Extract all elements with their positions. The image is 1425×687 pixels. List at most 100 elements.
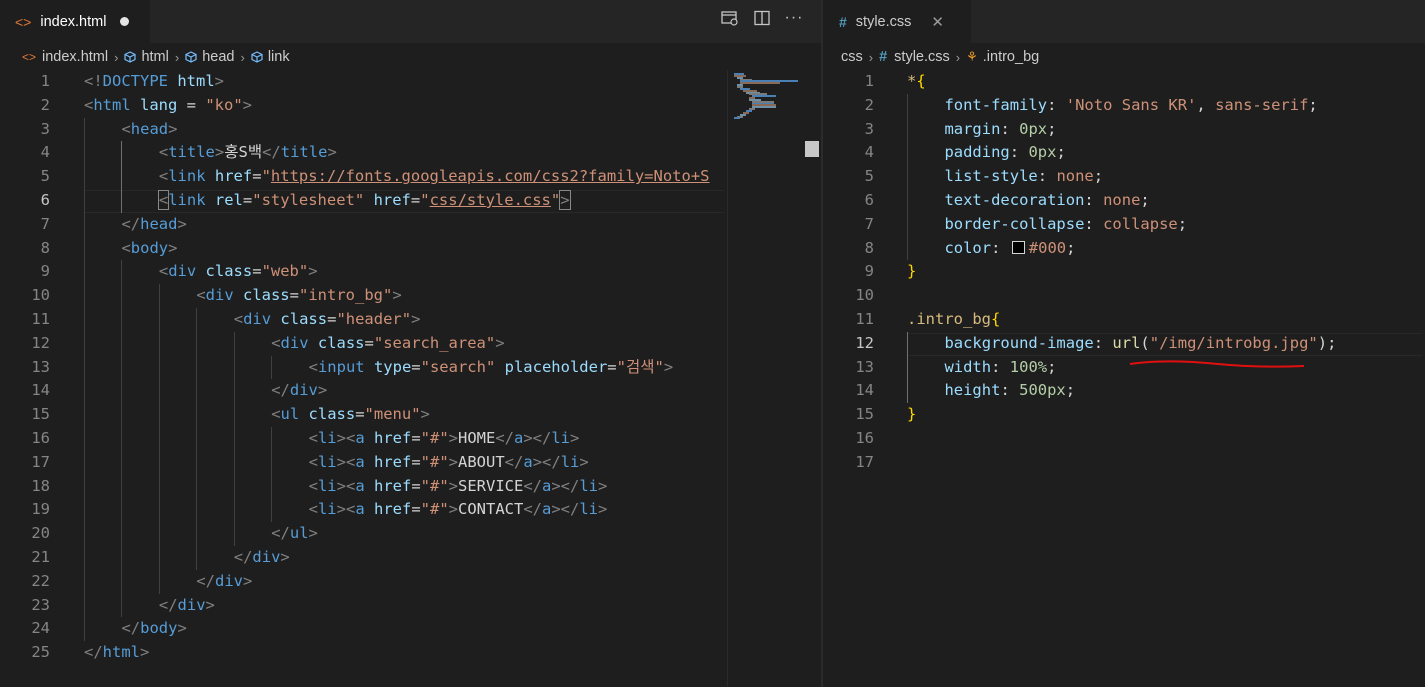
code-line[interactable]: 1 <!DOCTYPE html>: [0, 70, 821, 94]
code-line[interactable]: 16: [823, 427, 1425, 451]
breadcrumb-item[interactable]: # style.css: [879, 49, 950, 65]
html-editor-pane[interactable]: <> index.html ··· <> index.html › html › head…: [0, 0, 821, 687]
code-text: <li><a href="#">HOME</a></li>: [308, 429, 580, 447]
unsaved-dot-icon[interactable]: [120, 17, 130, 26]
code-line[interactable]: 22 </div>: [0, 570, 821, 594]
breadcrumb-item[interactable]: <> index.html: [22, 49, 108, 65]
code-line[interactable]: 12 <div class="search_area">: [0, 332, 821, 356]
breadcrumb-item[interactable]: link: [251, 49, 290, 65]
code-line[interactable]: 9 <div class="web">: [0, 260, 821, 284]
code-line[interactable]: 3 margin: 0px;: [823, 118, 1425, 142]
code-line[interactable]: 13 <input type="search" placeholder="검색">: [0, 356, 821, 380]
indent-guide: [907, 331, 908, 404]
minimap-line: [740, 82, 780, 85]
breadcrumb-item[interactable]: css: [841, 49, 863, 65]
chevron-right-icon: ›: [955, 49, 961, 65]
split-editor-icon[interactable]: [753, 9, 771, 27]
code-line[interactable]: 2 <html lang = "ko">: [0, 94, 821, 118]
line-number: 4: [40, 143, 50, 162]
code-line[interactable]: 8 color: #000;: [823, 237, 1425, 261]
code-line[interactable]: 14 </div>: [0, 379, 821, 403]
code-line[interactable]: 21 </div>: [0, 546, 821, 570]
code-editor[interactable]: 1 <!DOCTYPE html> 2 <html lang = "ko"> 3 <hea…: [0, 70, 821, 687]
code-line[interactable]: 6 <link rel="stylesheet" href="css/style.…: [0, 189, 821, 213]
code-line[interactable]: 12 background-image: url("/img/introbg.jp…: [823, 332, 1425, 356]
code-text: <link href="https://fonts.googleapis.com…: [158, 167, 710, 186]
code-line[interactable]: 9}: [823, 260, 1425, 284]
indent-guide: [907, 93, 908, 261]
code-line[interactable]: 15}: [823, 403, 1425, 427]
code-line[interactable]: 5 <link href="https://fonts.googleapis.co…: [0, 165, 821, 189]
tab-index-html[interactable]: <> index.html: [0, 0, 150, 43]
breadcrumb-item[interactable]: html: [124, 49, 169, 65]
code-line[interactable]: 23 </div>: [0, 594, 821, 618]
code-line[interactable]: 20 </ul>: [0, 522, 821, 546]
code-text: </head>: [121, 214, 187, 233]
code-line[interactable]: 6 text-decoration: none;: [823, 189, 1425, 213]
code-line[interactable]: 19 <li><a href="#">CONTACT</a></li>: [0, 498, 821, 522]
code-line[interactable]: 25 </html>: [0, 641, 821, 665]
line-number: 13: [855, 357, 874, 376]
line-number: 6: [864, 191, 874, 209]
line-number: 17: [855, 452, 874, 471]
code-line[interactable]: 24 </body>: [0, 617, 821, 641]
html-file-icon: <>: [15, 13, 32, 30]
line-number: 11: [855, 310, 874, 328]
code-line[interactable]: 11 <div class="header">: [0, 308, 821, 332]
code-line[interactable]: 7 border-collapse: collapse;: [823, 213, 1425, 237]
line-number: 10: [855, 286, 874, 305]
editor-actions: ···: [721, 9, 803, 27]
code-line[interactable]: 10: [823, 284, 1425, 308]
line-number: 5: [864, 167, 874, 186]
code-text: </body>: [121, 619, 187, 638]
tab-style-css[interactable]: # style.css ✕: [823, 0, 971, 43]
code-text: margin: 0px;: [944, 119, 1057, 138]
code-line[interactable]: 2 font-family: 'Noto Sans KR', sans-serif…: [823, 94, 1425, 118]
code-line[interactable]: 4 padding: 0px;: [823, 141, 1425, 165]
indent-guide: [121, 260, 123, 618]
code-line[interactable]: 17 <li><a href="#">ABOUT</a></li>: [0, 451, 821, 475]
code-line[interactable]: 3 <head>: [0, 118, 821, 142]
code-text: <div class="web">: [158, 262, 318, 281]
code-line[interactable]: 5 list-style: none;: [823, 165, 1425, 189]
code-text: }: [907, 405, 917, 424]
line-number: 5: [40, 167, 50, 186]
line-number: 16: [855, 429, 874, 447]
code-editor[interactable]: 1 *{2 font-family: 'Noto Sans KR', sans-se…: [823, 70, 1425, 687]
breadcrumb-item[interactable]: head: [185, 49, 234, 65]
code-text: padding: 0px;: [944, 143, 1066, 162]
css-file-icon: #: [879, 49, 888, 65]
code-text: </ul>: [271, 524, 318, 543]
code-text: font-family: 'Noto Sans KR', sans-serif;: [944, 95, 1318, 114]
css-editor-pane[interactable]: # style.css ✕ css › # style.css › ⚘ .intro_bg …: [823, 0, 1425, 687]
more-actions-icon[interactable]: ···: [785, 9, 803, 27]
line-number: 8: [864, 238, 874, 257]
code-line[interactable]: 13 width: 100%;: [823, 356, 1425, 380]
code-line[interactable]: 14 height: 500px;: [823, 379, 1425, 403]
scrollbar-track[interactable]: [805, 70, 819, 687]
code-line[interactable]: 17: [823, 451, 1425, 475]
code-line[interactable]: 7 </head>: [0, 213, 821, 237]
code-line[interactable]: 16 <li><a href="#">HOME</a></li>: [0, 427, 821, 451]
code-line[interactable]: 15 <ul class="menu">: [0, 403, 821, 427]
scrollbar-thumb[interactable]: [805, 141, 819, 157]
code-line[interactable]: 8 <body>: [0, 237, 821, 261]
indent-guide: [84, 117, 85, 642]
open-preview-icon[interactable]: [721, 9, 739, 27]
code-line[interactable]: 11 .intro_bg{: [823, 308, 1425, 332]
line-number: 18: [31, 476, 50, 495]
close-icon[interactable]: ✕: [931, 13, 944, 31]
line-number: 15: [855, 405, 874, 424]
code-line[interactable]: 10 <div class="intro_bg">: [0, 284, 821, 308]
line-number: 7: [40, 214, 50, 233]
line-number: 9: [40, 262, 50, 281]
code-text: <body>: [121, 238, 178, 257]
line-number: 8: [40, 238, 50, 257]
line-number: 11: [31, 310, 50, 328]
code-line[interactable]: 1 *{: [823, 70, 1425, 94]
code-line[interactable]: 18 <li><a href="#">SERVICE</a></li>: [0, 475, 821, 499]
code-line[interactable]: 4 <title>홍S백</title>: [0, 141, 821, 165]
minimap[interactable]: [727, 70, 806, 687]
line-number: 13: [31, 357, 50, 376]
breadcrumb-item[interactable]: ⚘ .intro_bg: [966, 49, 1039, 65]
